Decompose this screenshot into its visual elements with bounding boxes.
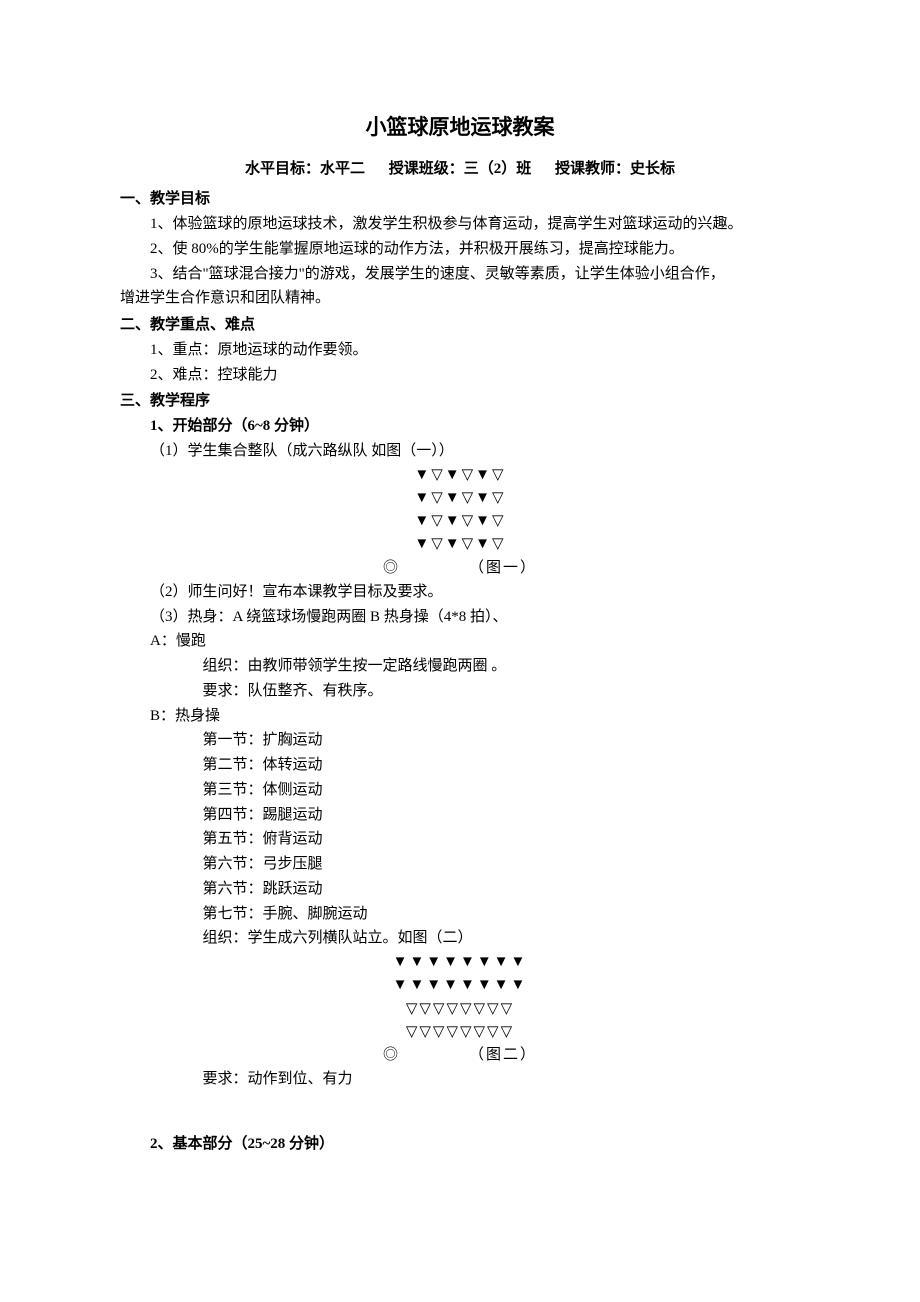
difficulty: 2、难点：控球能力 — [150, 363, 800, 388]
goal-2: 2、使 80%的学生能掌握原地运球的动作方法，并积极开展练习，提高控球能力。 — [150, 237, 800, 262]
key-point: 1、重点：原地运球的动作要领。 — [150, 338, 800, 363]
exercise-6: 第六节：弓步压腿 — [203, 852, 801, 877]
diagram2-row1: ▼▼▼▼▼▼▼▼ — [120, 951, 800, 974]
diagram2-row3: ▽▽▽▽▽▽▽▽ — [120, 998, 800, 1021]
diagram1-row4: ▼▽▼▽▼▽ — [120, 533, 800, 556]
part-1-heading: 1、开始部分（6~8 分钟） — [150, 414, 800, 439]
section-1-heading: 一、教学目标 — [120, 187, 800, 212]
diagram1-row2: ▼▽▼▽▼▽ — [120, 487, 800, 510]
warmup-a-label: A：慢跑 — [150, 629, 800, 654]
diagram2-row4: ▽▽▽▽▽▽▽▽ — [120, 1021, 800, 1044]
formation-diagram-2: ▼▼▼▼▼▼▼▼ ▼▼▼▼▼▼▼▼ ▽▽▽▽▽▽▽▽ ▽▽▽▽▽▽▽▽ ◎ （图… — [120, 951, 800, 1067]
exercise-5: 第五节：俯背运动 — [203, 827, 801, 852]
exercise-3: 第三节：体侧运动 — [203, 778, 801, 803]
meta-line: 水平目标：水平二 授课班级：三（2）班 授课教师：史长标 — [120, 157, 800, 182]
diagram2-caption: ◎ （图二） — [383, 1044, 537, 1067]
exercise-4: 第四节：踢腿运动 — [203, 803, 801, 828]
level-target: 水平目标：水平二 — [245, 161, 365, 177]
diagram1-caption: ◎ （图一） — [383, 557, 537, 580]
warmup-a-req: 要求：队伍整齐、有秩序。 — [203, 679, 801, 704]
class-label: 授课班级：三（2）班 — [389, 161, 532, 177]
diagram2-row2: ▼▼▼▼▼▼▼▼ — [120, 974, 800, 997]
diagram1-row1: ▼▽▼▽▼▽ — [120, 464, 800, 487]
exercise-7: 第六节：跳跃运动 — [203, 877, 801, 902]
formation-diagram-1: ▼▽▼▽▼▽ ▼▽▼▽▼▽ ▼▽▼▽▼▽ ▼▽▼▽▼▽ ◎ （图一） — [120, 464, 800, 580]
part1-item3: （3）热身：A 绕篮球场慢跑两圈 B 热身操（4*8 拍）、 — [150, 605, 800, 630]
teacher-label: 授课教师：史长标 — [555, 161, 675, 177]
exercise-8: 第七节：手腕、脚腕运动 — [203, 902, 801, 927]
section-2-heading: 二、教学重点、难点 — [120, 313, 800, 338]
warmup-b-org: 组织：学生成六列横队站立。如图（二） — [203, 926, 801, 951]
exercise-2: 第二节：体转运动 — [203, 753, 801, 778]
warmup-b-label: B：热身操 — [150, 704, 800, 729]
goal-3a: 3、结合"篮球混合接力"的游戏，发展学生的速度、灵敏等素质，让学生体验小组合作， — [150, 262, 800, 287]
part1-item1: （1）学生集合整队（成六路纵队 如图（一）） — [150, 439, 800, 464]
warmup-a-org: 组织：由教师带领学生按一定路线慢跑两圈 。 — [203, 654, 801, 679]
section-3-heading: 三、教学程序 — [120, 389, 800, 414]
part1-item2: （2）师生问好！宣布本课教学目标及要求。 — [150, 580, 800, 605]
warmup-b-req: 要求：动作到位、有力 — [203, 1067, 801, 1092]
goal-1: 1、体验篮球的原地运球技术，激发学生积极参与体育运动，提高学生对篮球运动的兴趣。 — [150, 212, 800, 237]
part-2-heading: 2、基本部分（25~28 分钟） — [150, 1132, 800, 1157]
diagram1-row3: ▼▽▼▽▼▽ — [120, 510, 800, 533]
document-title: 小篮球原地运球教案 — [120, 110, 800, 145]
exercise-1: 第一节：扩胸运动 — [203, 728, 801, 753]
goal-3b: 增进学生合作意识和团队精神。 — [120, 286, 800, 311]
